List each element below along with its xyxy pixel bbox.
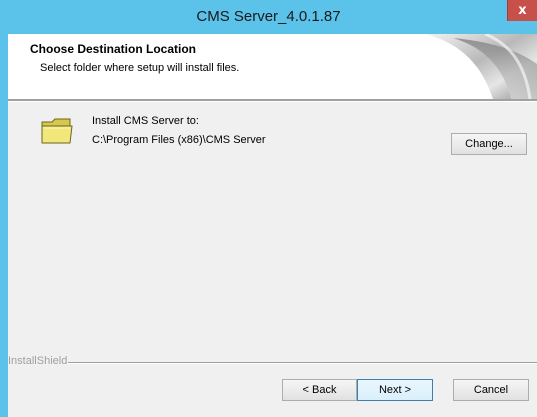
back-button[interactable]: < Back [282, 379, 357, 401]
dialog-client-area: Choose Destination Location Select folde… [8, 34, 537, 417]
folder-icon [41, 118, 73, 144]
page-subtitle: Select folder where setup will install f… [40, 62, 240, 74]
close-button[interactable]: x [507, 0, 537, 21]
dialog-header: Choose Destination Location Select folde… [8, 34, 537, 99]
installer-window: CMS Server_4.0.1.87 x Choose Destination… [0, 0, 537, 417]
header-divider [8, 99, 537, 102]
page-title: Choose Destination Location [30, 42, 197, 56]
destination-label: Install CMS Server to: [92, 115, 199, 127]
title-bar[interactable]: CMS Server_4.0.1.87 x [0, 0, 537, 34]
page-curl-art [425, 34, 537, 99]
destination-path: C:\Program Files (x86)\CMS Server [92, 134, 266, 146]
installshield-brand: InstallShield [8, 355, 68, 367]
footer-divider [68, 362, 537, 364]
change-button[interactable]: Change... [451, 133, 527, 155]
window-title: CMS Server_4.0.1.87 [196, 8, 341, 25]
next-button[interactable]: Next > [357, 379, 433, 401]
cancel-button[interactable]: Cancel [453, 379, 529, 401]
